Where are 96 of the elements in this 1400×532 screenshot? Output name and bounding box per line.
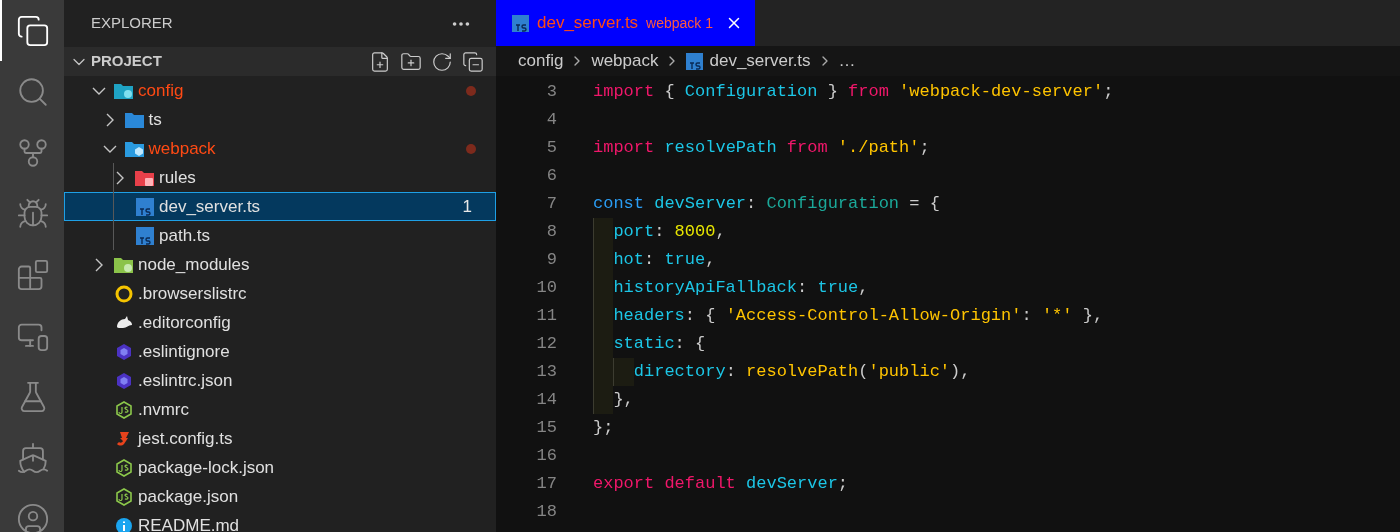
item-label: webpack xyxy=(148,137,216,160)
code-line: directory: resolvePath('public'), xyxy=(633,361,971,384)
item-label: jest.config.ts xyxy=(138,427,233,450)
tree-item[interactable]: node_modules xyxy=(64,250,496,279)
files-icon xyxy=(16,13,50,48)
line-number: 4 xyxy=(545,109,557,132)
code-line: historyApiFallback: true, xyxy=(613,277,869,300)
tree-item[interactable]: jest.config.ts xyxy=(64,424,496,453)
code-line: hot: true, xyxy=(613,249,716,272)
tree-item[interactable]: package.json xyxy=(64,482,496,511)
item-label: .editorconfig xyxy=(138,311,231,334)
code-line: port: 8000, xyxy=(613,221,726,244)
section-header[interactable]: PROJECT xyxy=(64,47,496,76)
item-label: README.md xyxy=(138,514,240,532)
chevron-right-icon xyxy=(105,112,114,127)
item-label: package-lock.json xyxy=(138,456,275,479)
line-number: 15 xyxy=(535,417,557,440)
item-label: path.ts xyxy=(159,224,211,247)
line-number: 17 xyxy=(535,473,557,496)
problem-count: 1 xyxy=(462,195,472,218)
hexagon-icon xyxy=(115,342,133,361)
item-label: node_modules xyxy=(138,253,250,276)
hexagon-js-icon xyxy=(115,458,133,477)
line-number: 5 xyxy=(545,137,557,160)
ring-icon xyxy=(115,284,133,303)
ship-icon xyxy=(16,440,50,475)
info-icon xyxy=(115,516,133,532)
typescript-file-icon xyxy=(512,14,529,32)
hexagon-js-icon xyxy=(115,487,133,506)
typescript-file-icon xyxy=(686,52,704,70)
item-label: .browserslistrc xyxy=(138,282,247,305)
tree-item[interactable]: package-lock.json xyxy=(64,453,496,482)
tree-item[interactable]: dev_server.ts 1 xyxy=(64,192,496,221)
breadcrumb[interactable]: webpack xyxy=(591,48,659,74)
code-line: import resolvePath from './path'; xyxy=(593,137,930,160)
new-folder-icon[interactable] xyxy=(400,50,422,73)
line-number: 8 xyxy=(545,221,557,244)
tree-item[interactable]: rules xyxy=(64,163,496,192)
code-line: static: { xyxy=(613,333,706,356)
line-number: 13 xyxy=(535,361,557,384)
item-label: .eslintignore xyxy=(138,340,230,363)
tree-item[interactable]: ts xyxy=(64,105,496,134)
tree-item[interactable]: .eslintrc.json xyxy=(64,366,496,395)
breadcrumb[interactable]: dev_server.ts xyxy=(709,48,811,74)
panel-title: EXPLORER xyxy=(91,13,173,34)
tree-item[interactable]: .eslintignore xyxy=(64,337,496,366)
tree-item[interactable]: webpack xyxy=(64,134,496,163)
account-icon xyxy=(16,501,50,532)
chevron-right-icon xyxy=(95,257,103,272)
line-number: 11 xyxy=(535,305,557,328)
refresh-icon[interactable] xyxy=(431,50,453,73)
item-label: dev_server.ts xyxy=(159,195,261,218)
indent-guide xyxy=(593,386,614,414)
line-number: 10 xyxy=(535,277,557,300)
chevron-down-icon xyxy=(92,86,106,95)
cube-folder-icon xyxy=(123,139,146,158)
line-number: 16 xyxy=(535,445,557,468)
code-line: export default devServer; xyxy=(593,473,849,496)
chevron-down-icon xyxy=(102,144,117,153)
hexagon-icon xyxy=(115,371,133,390)
blocks-icon xyxy=(16,257,50,292)
line-number: 7 xyxy=(545,193,557,216)
chevron-right-icon xyxy=(116,170,124,185)
code-line: const devServer: Configuration = { xyxy=(593,193,940,216)
code-line: import { Configuration } from 'webpack-dev-server'; xyxy=(593,81,1114,104)
indent-guide xyxy=(593,218,614,246)
typescript-file-icon xyxy=(136,197,154,216)
breadcrumb[interactable]: config xyxy=(518,48,564,74)
code-line: headers: { 'Access-Control-Allow-Origin': '*' }, xyxy=(613,305,1104,328)
line-number: 9 xyxy=(545,249,557,272)
line-number: 14 xyxy=(535,389,557,412)
item-label: rules xyxy=(159,166,196,189)
tree-item[interactable]: .nvmrc xyxy=(64,395,496,424)
item-label: .eslintrc.json xyxy=(138,369,233,392)
tree-item[interactable]: .editorconfig xyxy=(64,308,496,337)
item-label: config xyxy=(138,79,184,102)
tree-item[interactable]: README.md xyxy=(64,511,496,532)
hexagon-js-icon xyxy=(115,400,133,419)
code-line: }; xyxy=(593,417,614,440)
tree-item[interactable]: path.ts xyxy=(64,221,496,250)
tree-item[interactable]: .browserslistrc xyxy=(64,279,496,308)
line-number: 18 xyxy=(535,501,557,524)
item-label: .nvmrc xyxy=(138,398,189,421)
indent-guide xyxy=(613,358,634,386)
line-number: 3 xyxy=(545,81,557,104)
tree-item[interactable]: config xyxy=(64,76,496,105)
code-line: }, xyxy=(613,389,634,412)
collapse-icon[interactable] xyxy=(462,50,484,73)
breadcrumb[interactable]: … xyxy=(838,48,856,74)
item-label: package.json xyxy=(138,485,239,508)
line-number: 6 xyxy=(545,165,557,188)
item-label: ts xyxy=(148,108,162,131)
new-file-icon[interactable] xyxy=(369,50,391,73)
line-number: 12 xyxy=(535,333,557,356)
bug-icon xyxy=(16,196,50,231)
typescript-file-icon xyxy=(136,226,154,245)
